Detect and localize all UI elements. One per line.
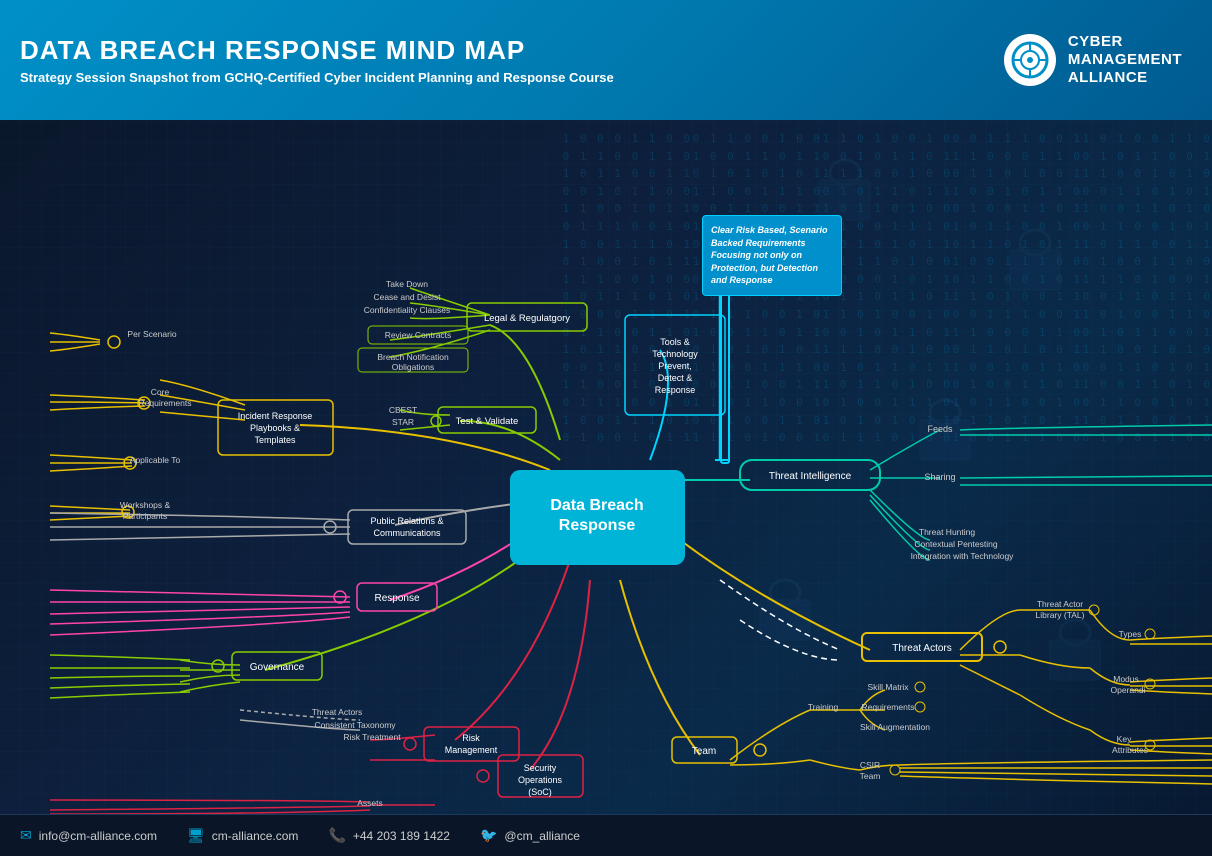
footer-twitter: 🐦 @cm_alliance [480, 827, 580, 844]
svg-text:(SoC): (SoC) [528, 787, 552, 797]
page-subtitle: Strategy Session Snapshot from GCHQ-Cert… [20, 70, 1004, 85]
footer-phone: 📞 +44 203 189 1422 [328, 827, 450, 844]
svg-text:Legal & Regulatgory: Legal & Regulatgory [484, 313, 570, 324]
footer: ✉ info@cm-alliance.com 🖥 cm-alliance.com… [0, 814, 1212, 856]
svg-text:Governance: Governance [250, 662, 305, 673]
svg-text:Tools &: Tools & [660, 337, 690, 347]
svg-text:Obligations: Obligations [392, 362, 435, 372]
central-node-text: Data Breach [550, 497, 643, 514]
svg-text:Library (TAL): Library (TAL) [1036, 610, 1085, 620]
page-title: DATA BREACH RESPONSE MIND MAP [20, 35, 1004, 66]
svg-text:Review Contracts: Review Contracts [385, 330, 452, 340]
svg-text:Assets: Assets [357, 798, 383, 808]
logo-block: CYBER MANAGEMENT ALLIANCE [1004, 33, 1182, 87]
footer-website: 🖥 cm-alliance.com [187, 827, 298, 844]
svg-text:Threat Actor: Threat Actor [1037, 599, 1083, 609]
svg-text:Requirements: Requirements [139, 398, 192, 408]
svg-text:Team: Team [860, 771, 881, 781]
twitter-icon: 🐦 [480, 827, 497, 844]
svg-text:Operations: Operations [518, 775, 563, 785]
svg-text:Public Relations &: Public Relations & [370, 516, 443, 526]
svg-text:Modus: Modus [1113, 674, 1139, 684]
svg-text:Playbooks &: Playbooks & [250, 423, 300, 433]
email-icon: ✉ [20, 827, 32, 844]
svg-text:Detect &: Detect & [658, 373, 693, 383]
header: DATA BREACH RESPONSE MIND MAP Strategy S… [0, 0, 1212, 120]
svg-text:Attributes: Attributes [1112, 745, 1148, 755]
logo-text: CYBER MANAGEMENT ALLIANCE [1068, 33, 1182, 87]
svg-text:Response: Response [655, 385, 696, 395]
phone-icon: 📞 [328, 827, 345, 844]
svg-text:Training: Training [808, 702, 839, 712]
svg-text:Technology: Technology [652, 349, 698, 359]
svg-text:Communications: Communications [373, 528, 441, 538]
svg-text:CBEST: CBEST [389, 405, 417, 415]
svg-text:Templates: Templates [254, 435, 296, 445]
svg-text:Prevent,: Prevent, [658, 361, 692, 371]
svg-text:Team: Team [692, 746, 716, 757]
svg-text:Sharing: Sharing [924, 472, 955, 482]
svg-text:Cease and Desist: Cease and Desist [373, 292, 441, 302]
svg-text:Feeds: Feeds [927, 424, 953, 434]
svg-text:Take Down: Take Down [386, 279, 428, 289]
svg-text:Threat Intelligence: Threat Intelligence [769, 471, 852, 482]
logo-icon [1004, 34, 1056, 86]
svg-text:Threat Actors: Threat Actors [892, 643, 951, 654]
svg-text:Participants: Participants [123, 511, 167, 521]
svg-text:Risk: Risk [462, 733, 480, 743]
mindmap-canvas: Data Breach Response Tools & Technology … [0, 120, 1212, 814]
svg-text:Requirements: Requirements [862, 702, 915, 712]
svg-text:Skill Matrix: Skill Matrix [867, 682, 909, 692]
svg-text:Skill Augmentation: Skill Augmentation [860, 722, 930, 732]
svg-text:Response: Response [374, 593, 419, 604]
monitor-icon: 🖥 [187, 827, 205, 844]
svg-text:Per Scenario: Per Scenario [127, 329, 176, 339]
footer-email: ✉ info@cm-alliance.com [20, 827, 157, 844]
svg-text:Incident Response: Incident Response [238, 411, 313, 421]
svg-text:Threat Hunting: Threat Hunting [919, 527, 975, 537]
svg-text:Applicable To: Applicable To [130, 455, 181, 465]
svg-text:Types: Types [1119, 629, 1142, 639]
svg-text:CSIR: CSIR [860, 760, 880, 770]
svg-text:Contextual Pentesting: Contextual Pentesting [914, 539, 997, 549]
svg-text:Breach Notification: Breach Notification [377, 352, 449, 362]
svg-text:Integration with Technology: Integration with Technology [911, 551, 1015, 561]
svg-text:Response: Response [559, 517, 636, 534]
svg-text:Management: Management [445, 745, 498, 755]
svg-text:Core: Core [151, 387, 170, 397]
svg-text:Test & Validate: Test & Validate [456, 416, 519, 427]
svg-text:Threat Actors: Threat Actors [312, 707, 363, 717]
svg-text:Operandi: Operandi [1111, 685, 1146, 695]
svg-text:Risk Treatment: Risk Treatment [343, 732, 401, 742]
header-text-block: DATA BREACH RESPONSE MIND MAP Strategy S… [20, 35, 1004, 85]
svg-text:Security: Security [524, 763, 557, 773]
callout-box: Clear Risk Based, Scenario Backed Requir… [702, 215, 842, 296]
svg-text:Key: Key [1117, 734, 1132, 744]
svg-text:Consistent Taxonomy: Consistent Taxonomy [314, 720, 396, 730]
svg-text:Confidentiality Clauses: Confidentiality Clauses [364, 305, 450, 315]
svg-text:Workshops &: Workshops & [120, 500, 171, 510]
svg-text:STAR: STAR [392, 417, 414, 427]
